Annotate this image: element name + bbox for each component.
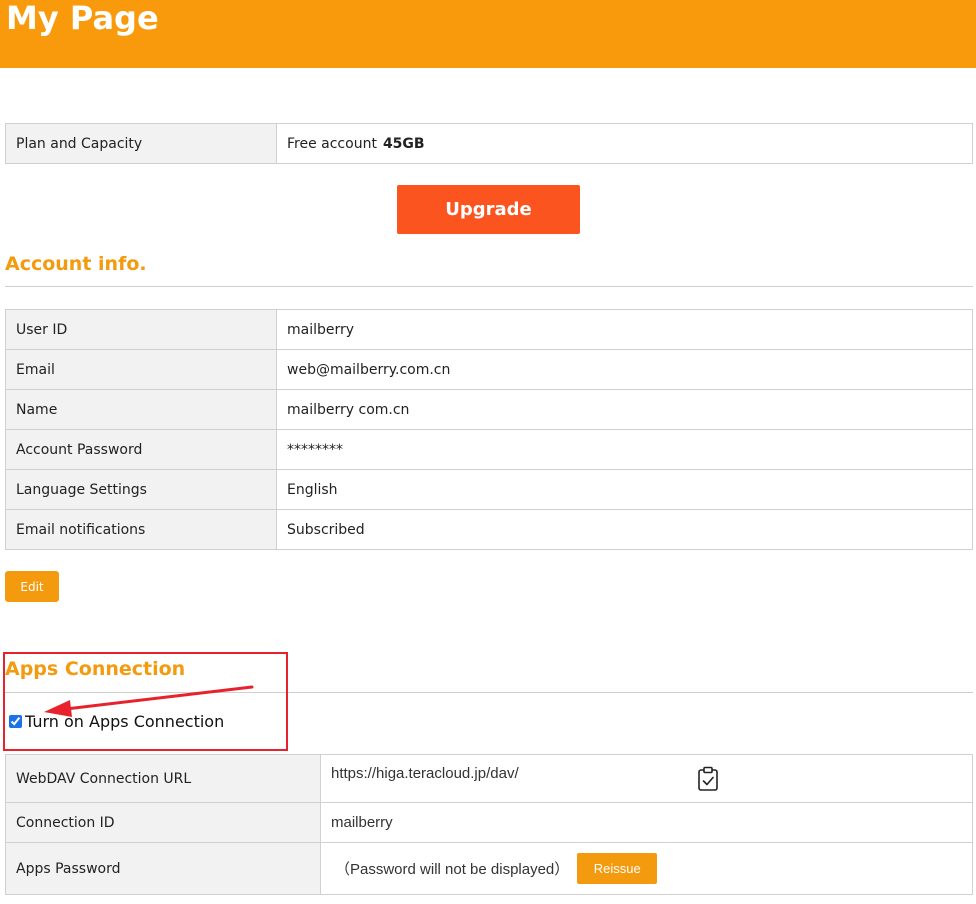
apps-connection-toggle[interactable]: Turn on Apps Connection <box>8 712 224 731</box>
table-row: Apps Password （Password will not be disp… <box>5 842 973 895</box>
apps-connection-checkbox[interactable] <box>9 715 22 728</box>
table-row: Language Settings English <box>5 469 973 510</box>
edit-button[interactable]: Edit <box>5 571 59 602</box>
user-id-label: User ID <box>5 309 277 350</box>
apps-connection-heading: Apps Connection <box>5 658 186 680</box>
table-row: Email notifications Subscribed <box>5 509 973 550</box>
password-note: （Password will not be displayed） <box>335 861 570 878</box>
table-row: Email web@mailberry.com.cn <box>5 349 973 390</box>
connection-id-cell: mailberry <box>320 802 973 843</box>
plan-account-type: Free account <box>287 135 377 152</box>
webdav-url-cell: https://higa.teracloud.jp/dav/ <box>320 754 973 803</box>
plan-row: Plan and Capacity Free account 45GB <box>5 123 973 164</box>
upgrade-button[interactable]: Upgrade <box>397 185 580 234</box>
user-id-value: mailberry <box>276 309 973 350</box>
apps-password-cell: （Password will not be displayed） Reissue <box>320 842 973 895</box>
name-value: mailberry com.cn <box>276 389 973 430</box>
webdav-url-value: https://higa.teracloud.jp/dav/ <box>331 765 519 782</box>
name-label: Name <box>5 389 277 430</box>
table-row: Account Password ******** <box>5 429 973 470</box>
language-settings-value: English <box>276 469 973 510</box>
plan-table: Plan and Capacity Free account 45GB <box>5 123 973 164</box>
email-label: Email <box>5 349 277 390</box>
table-row: Connection ID mailberry <box>5 802 973 843</box>
language-settings-label: Language Settings <box>5 469 277 510</box>
plan-label: Plan and Capacity <box>5 123 277 164</box>
email-value: web@mailberry.com.cn <box>276 349 973 390</box>
clipboard-copy-icon[interactable] <box>696 766 720 792</box>
table-row: Name mailberry com.cn <box>5 389 973 430</box>
page-header: My Page <box>0 0 976 68</box>
apps-table: WebDAV Connection URL https://higa.terac… <box>5 754 973 895</box>
plan-value: Free account 45GB <box>276 123 973 164</box>
account-table: User ID mailberry Email web@mailberry.co… <box>5 309 973 550</box>
email-notifications-value: Subscribed <box>276 509 973 550</box>
apps-divider <box>5 692 973 693</box>
plan-capacity: 45GB <box>382 135 425 152</box>
connection-id-value: mailberry <box>331 814 393 831</box>
page-title: My Page <box>6 0 159 37</box>
account-password-label: Account Password <box>5 429 277 470</box>
apps-password-label: Apps Password <box>5 842 321 895</box>
apps-connection-toggle-label: Turn on Apps Connection <box>25 712 225 731</box>
account-info-heading: Account info. <box>5 253 147 275</box>
reissue-button[interactable]: Reissue <box>577 853 658 884</box>
webdav-url-label: WebDAV Connection URL <box>5 754 321 803</box>
account-password-value: ******** <box>276 429 973 470</box>
account-divider <box>5 286 973 287</box>
email-notifications-label: Email notifications <box>5 509 277 550</box>
table-row: User ID mailberry <box>5 309 973 350</box>
connection-id-label: Connection ID <box>5 802 321 843</box>
table-row: WebDAV Connection URL https://higa.terac… <box>5 754 973 803</box>
